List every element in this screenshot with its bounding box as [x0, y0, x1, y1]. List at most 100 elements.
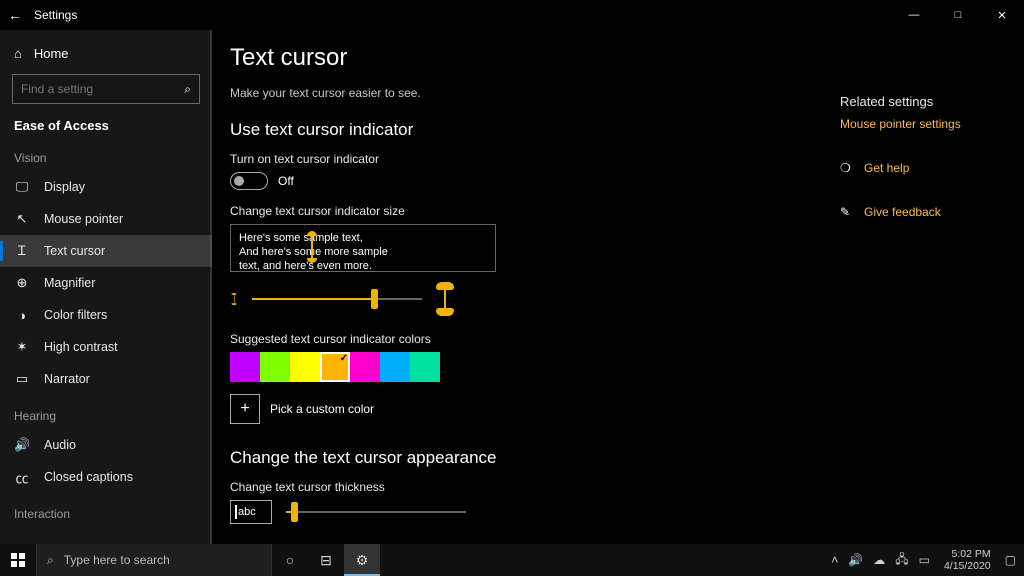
abc-text: abc — [238, 506, 256, 518]
nav-label: Text cursor — [44, 244, 105, 258]
tray-volume-icon[interactable]: 🔊 — [846, 553, 865, 567]
text-cursor-icon: Ꮖ — [14, 243, 30, 259]
settings-taskbar-button[interactable]: ⚙ — [344, 544, 380, 576]
indicator-toggle[interactable] — [230, 172, 268, 190]
color-swatch[interactable] — [260, 352, 290, 382]
nav-label: Magnifier — [44, 276, 95, 290]
color-swatch[interactable] — [230, 352, 260, 382]
home-nav[interactable]: ⌂ Home — [0, 36, 212, 70]
page-title: Text cursor — [230, 44, 1000, 72]
sidebar: ⌂ Home ⌕ Ease of Access Vision 🖵 Display… — [0, 30, 212, 544]
sidebar-item-text-cursor[interactable]: Ꮖ Text cursor — [0, 235, 212, 267]
scrollbar[interactable] — [210, 30, 212, 544]
color-filters-icon: ◑ — [14, 308, 30, 323]
minimize-button[interactable]: ― — [892, 0, 936, 30]
related-settings-panel: Related settings Mouse pointer settings … — [840, 94, 1000, 229]
clock-date: 4/15/2020 — [944, 560, 991, 572]
sidebar-item-closed-captions[interactable]: ㏄ Closed captions — [0, 461, 212, 493]
nav-label: Closed captions — [44, 470, 133, 484]
mouse-pointer-settings-link[interactable]: Mouse pointer settings — [840, 117, 1000, 131]
tray-chevron-icon[interactable]: ˄ — [829, 553, 840, 567]
taskbar-clock[interactable]: 5:02 PM 4/15/2020 — [944, 548, 991, 572]
main-content: Text cursor Make your text cursor easier… — [212, 30, 1024, 544]
group-vision: Vision — [0, 137, 212, 171]
color-swatch[interactable] — [350, 352, 380, 382]
closed-captions-icon: ㏄ — [14, 468, 30, 487]
audio-icon: 🔊 — [14, 437, 30, 453]
start-button[interactable] — [0, 544, 36, 576]
system-tray: ˄ 🔊 ☁ 🖧 ▭ 5:02 PM 4/15/2020 ▢ — [823, 544, 1024, 576]
sidebar-item-mouse-pointer[interactable]: ↖ Mouse pointer — [0, 203, 212, 235]
search-icon: ⌕ — [47, 553, 54, 568]
large-indicator-icon — [436, 282, 454, 316]
clock-time: 5:02 PM — [944, 548, 991, 560]
sample-line: text, and here's even more. — [239, 259, 487, 273]
small-indicator-icon — [232, 293, 237, 305]
group-hearing: Hearing — [0, 395, 212, 429]
section-appearance-heading: Change the text cursor appearance — [230, 448, 1000, 468]
nav-label: Display — [44, 180, 85, 194]
nav-label: Mouse pointer — [44, 212, 123, 226]
color-swatch[interactable] — [320, 352, 350, 382]
magnifier-icon: ⊕ — [14, 275, 30, 291]
group-interaction: Interaction — [0, 493, 212, 527]
action-center-icon[interactable]: ▢ — [1003, 553, 1018, 567]
custom-color-label: Pick a custom color — [270, 402, 374, 416]
give-feedback-link[interactable]: ✎ Give feedback — [840, 205, 1000, 219]
search-input[interactable]: ⌕ — [12, 74, 200, 104]
feedback-label: Give feedback — [864, 205, 941, 219]
feedback-icon: ✎ — [840, 205, 854, 219]
tray-onedrive-icon[interactable]: ☁ — [871, 553, 887, 567]
nav-label: High contrast — [44, 340, 118, 354]
cursor-indicator-preview — [309, 231, 315, 261]
taskbar-search[interactable]: ⌕ Type here to search — [36, 544, 272, 576]
search-field[interactable] — [21, 82, 171, 96]
task-view-button[interactable]: ⊟ — [308, 544, 344, 576]
high-contrast-icon: ✶ — [14, 339, 30, 355]
narrator-icon: ▭ — [14, 371, 30, 387]
back-button[interactable]: ← — [0, 7, 30, 23]
sample-line: Here's some sample text, — [239, 231, 487, 245]
mouse-pointer-icon: ↖ — [14, 211, 30, 227]
nav-label: Narrator — [44, 372, 90, 386]
color-swatches — [230, 352, 1000, 382]
color-swatch[interactable] — [290, 352, 320, 382]
color-swatch[interactable] — [410, 352, 440, 382]
sidebar-item-narrator[interactable]: ▭ Narrator — [0, 363, 212, 395]
section-heading: Ease of Access — [0, 112, 212, 137]
tray-input-icon[interactable]: ▭ — [917, 553, 932, 567]
window-title: Settings — [34, 8, 77, 22]
sample-line: And here's some more sample — [239, 245, 487, 259]
sidebar-item-color-filters[interactable]: ◑ Color filters — [0, 299, 212, 331]
sidebar-item-magnifier[interactable]: ⊕ Magnifier — [0, 267, 212, 299]
colors-label: Suggested text cursor indicator colors — [230, 332, 1000, 346]
thickness-preview: abc — [230, 500, 272, 524]
related-heading: Related settings — [840, 94, 1000, 109]
close-button[interactable]: ✕ — [980, 0, 1024, 30]
indicator-size-slider[interactable] — [252, 289, 422, 309]
thickness-slider[interactable] — [286, 502, 466, 522]
toggle-state: Off — [278, 174, 294, 188]
search-icon: ⌕ — [184, 82, 191, 97]
sidebar-item-display[interactable]: 🖵 Display — [0, 171, 212, 203]
custom-color-button[interactable]: + — [230, 394, 260, 424]
nav-label: Audio — [44, 438, 76, 452]
sample-text-box: Here's some sample text, And here's some… — [230, 224, 496, 272]
sidebar-item-high-contrast[interactable]: ✶ High contrast — [0, 331, 212, 363]
help-icon: ❍ — [840, 161, 854, 175]
thickness-label: Change text cursor thickness — [230, 480, 1000, 494]
home-label: Home — [34, 46, 69, 61]
home-icon: ⌂ — [14, 46, 22, 61]
nav-label: Color filters — [44, 308, 107, 322]
taskbar: ⌕ Type here to search ○ ⊟ ⚙ ˄ 🔊 ☁ 🖧 ▭ 5:… — [0, 544, 1024, 576]
color-swatch[interactable] — [380, 352, 410, 382]
display-icon: 🖵 — [14, 179, 30, 195]
windows-icon — [11, 553, 25, 567]
maximize-button[interactable]: □ — [936, 0, 980, 30]
cortana-button[interactable]: ○ — [272, 544, 308, 576]
sidebar-item-audio[interactable]: 🔊 Audio — [0, 429, 212, 461]
help-label: Get help — [864, 161, 909, 175]
tray-network-icon[interactable]: 🖧 — [893, 550, 910, 571]
get-help-link[interactable]: ❍ Get help — [840, 161, 1000, 175]
search-placeholder: Type here to search — [64, 553, 170, 567]
